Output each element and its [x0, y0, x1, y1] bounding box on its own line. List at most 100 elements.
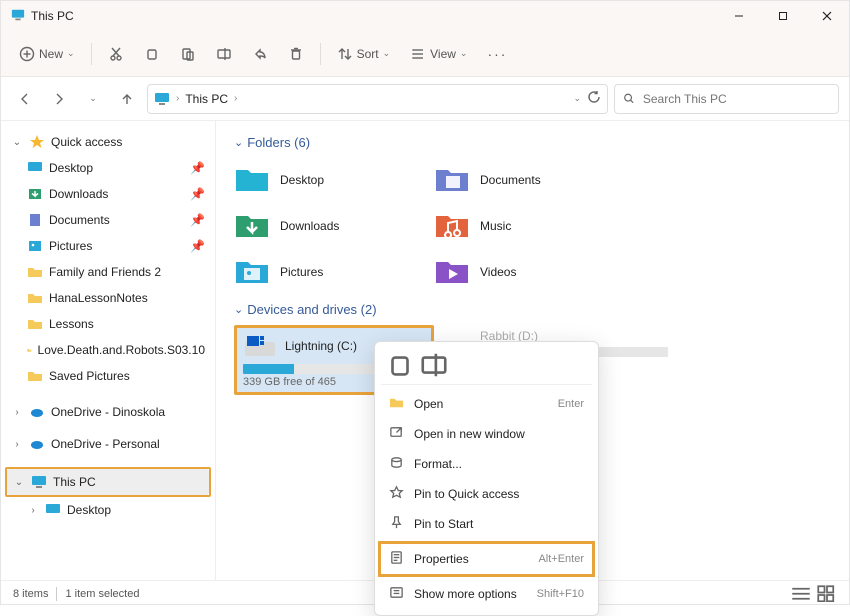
cloud-icon: [29, 404, 45, 420]
back-button[interactable]: [11, 85, 39, 113]
paste-button[interactable]: [172, 39, 204, 69]
this-pc-icon: [31, 474, 47, 490]
folder-tile-documents[interactable]: Documents: [434, 158, 634, 202]
window-icon: [389, 425, 404, 443]
chevron-right-icon: ›: [27, 505, 39, 516]
selection-count: 1 item selected: [65, 588, 139, 600]
sidebar-item-folder[interactable]: Family and Friends 2: [5, 259, 211, 285]
menu-item-pin-quick-access[interactable]: Pin to Quick access: [381, 479, 592, 509]
sidebar-item-folder[interactable]: Saved Pictures: [5, 363, 211, 389]
chevron-right-icon: ›: [176, 93, 179, 104]
sidebar-label: Love.Death.and.Robots.S03.10: [38, 343, 205, 357]
view-label: View: [430, 47, 456, 61]
sidebar-item-documents[interactable]: Documents 📌: [5, 207, 211, 233]
context-menu: Open Enter Open in new window Format... …: [374, 341, 599, 616]
folder-icon: [27, 264, 43, 280]
keyboard-shortcut: Enter: [558, 398, 584, 410]
window-title: This PC: [31, 9, 74, 23]
sidebar-label: Pictures: [49, 239, 92, 253]
rename-button[interactable]: [419, 352, 449, 378]
recent-button[interactable]: ⌄: [79, 85, 107, 113]
menu-label: Properties: [414, 552, 469, 566]
sidebar-item-pictures[interactable]: Pictures 📌: [5, 233, 211, 259]
folder-label: Videos: [480, 265, 516, 279]
menu-item-open[interactable]: Open Enter: [381, 389, 592, 419]
sidebar-item-onedrive[interactable]: › OneDrive - Dinoskola: [5, 399, 211, 425]
folder-icon: [27, 290, 43, 306]
sidebar-label: Lessons: [49, 317, 94, 331]
more-button[interactable]: ···: [479, 39, 515, 69]
folders-grid: Desktop Documents Downloads Music Pictur…: [234, 158, 831, 296]
close-button[interactable]: [805, 1, 849, 31]
sidebar-item-quick-access[interactable]: ⌄ Quick access: [5, 129, 211, 155]
sidebar-label: Desktop: [49, 161, 93, 175]
menu-label: Open: [414, 397, 443, 411]
chevron-down-icon: ⌄: [13, 477, 25, 488]
refresh-button[interactable]: [587, 90, 601, 107]
sidebar-item-desktop[interactable]: › Desktop: [5, 497, 211, 523]
item-count: 8 items: [13, 588, 48, 600]
menu-item-properties[interactable]: Properties Alt+Enter: [381, 544, 592, 574]
folder-label: Documents: [480, 173, 541, 187]
desktop-icon: [27, 160, 43, 176]
search-box[interactable]: [614, 84, 839, 114]
sidebar-item-this-pc[interactable]: ⌄ This PC: [7, 469, 209, 495]
sort-button[interactable]: Sort ⌄: [329, 39, 399, 69]
folder-tile-pictures[interactable]: Pictures: [234, 250, 434, 294]
menu-item-pin-start[interactable]: Pin to Start: [381, 509, 592, 539]
new-button[interactable]: New ⌄: [11, 39, 83, 69]
star-icon: [389, 485, 404, 503]
sidebar-item-folder[interactable]: Lessons: [5, 311, 211, 337]
sidebar-item-downloads[interactable]: Downloads 📌: [5, 181, 211, 207]
delete-button[interactable]: [280, 39, 312, 69]
sidebar-item-folder[interactable]: HanaLessonNotes: [5, 285, 211, 311]
folder-tile-videos[interactable]: Videos: [434, 250, 634, 294]
sidebar-item-onedrive[interactable]: › OneDrive - Personal: [5, 431, 211, 457]
breadcrumb-segment[interactable]: This PC: [185, 92, 228, 106]
sidebar-item-folder[interactable]: Love.Death.and.Robots.S03.10: [5, 337, 211, 363]
up-button[interactable]: [113, 85, 141, 113]
sidebar: ⌄ Quick access Desktop 📌 Downloads 📌 Doc…: [1, 121, 216, 580]
details-view-button[interactable]: [791, 586, 811, 602]
folder-tile-desktop[interactable]: Desktop: [234, 158, 434, 202]
copy-button[interactable]: [385, 352, 415, 378]
this-pc-icon: [154, 91, 170, 107]
folder-tile-music[interactable]: Music: [434, 204, 634, 248]
tiles-view-button[interactable]: [817, 586, 837, 602]
copy-button[interactable]: [136, 39, 168, 69]
search-icon: [623, 92, 635, 105]
format-icon: [389, 455, 404, 473]
cut-button[interactable]: [100, 39, 132, 69]
share-button[interactable]: [244, 39, 276, 69]
folder-label: Pictures: [280, 265, 323, 279]
pin-icon: [389, 515, 404, 533]
folder-icon: [27, 368, 43, 384]
maximize-button[interactable]: [761, 1, 805, 31]
context-menu-quick-actions: [381, 348, 592, 385]
pictures-icon: [27, 238, 43, 254]
menu-item-format[interactable]: Format...: [381, 449, 592, 479]
minimize-button[interactable]: [717, 1, 761, 31]
view-button[interactable]: View ⌄: [402, 39, 475, 69]
forward-button[interactable]: [45, 85, 73, 113]
chevron-down-icon[interactable]: ⌄: [573, 93, 581, 104]
folder-icon: [27, 316, 43, 332]
chevron-down-icon: ⌄: [11, 137, 23, 148]
documents-icon: [27, 212, 43, 228]
sidebar-label: Documents: [49, 213, 110, 227]
chevron-down-icon: ⌄: [234, 136, 243, 149]
section-folders[interactable]: ⌄ Folders (6): [234, 135, 831, 150]
desktop-icon: [234, 164, 270, 196]
folder-tile-downloads[interactable]: Downloads: [234, 204, 434, 248]
ellipsis-icon: ···: [487, 46, 507, 62]
sidebar-label: Family and Friends 2: [49, 265, 161, 279]
chevron-down-icon: ⌄: [89, 93, 97, 104]
search-input[interactable]: [641, 91, 830, 107]
new-label: New: [39, 47, 63, 61]
menu-item-open-new-window[interactable]: Open in new window: [381, 419, 592, 449]
folder-icon: [27, 342, 32, 358]
rename-button[interactable]: [208, 39, 240, 69]
address-bar[interactable]: › This PC › ⌄: [147, 84, 608, 114]
sidebar-item-desktop[interactable]: Desktop 📌: [5, 155, 211, 181]
section-drives[interactable]: ⌄ Devices and drives (2): [234, 302, 831, 317]
